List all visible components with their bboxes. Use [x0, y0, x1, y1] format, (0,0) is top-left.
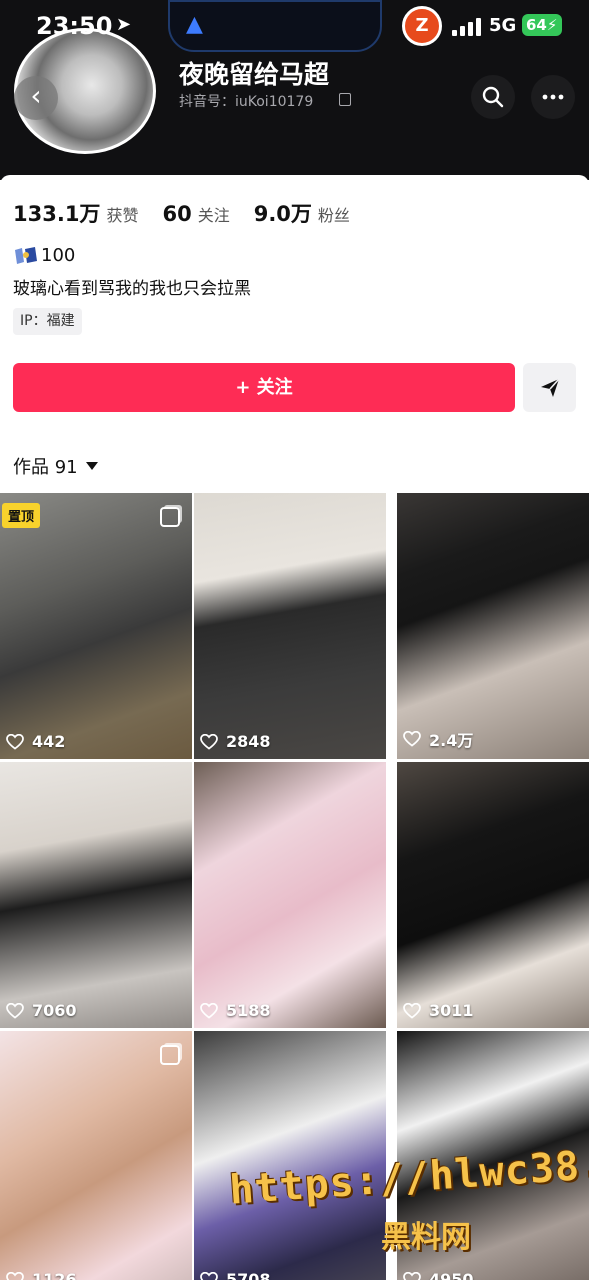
caret-down-icon: [85, 462, 98, 470]
likes-label: 获赞: [106, 206, 139, 225]
heart-icon: [6, 733, 24, 750]
likes-count: 133.1万: [13, 202, 101, 226]
heart-icon: [6, 1002, 24, 1019]
like-count: 4950: [403, 1270, 474, 1280]
following-label[interactable]: 关注: [198, 202, 230, 226]
signal-icon: [452, 18, 482, 36]
video-tile[interactable]: 5188: [194, 762, 386, 1028]
like-count: 2848: [200, 732, 271, 751]
network-label: 5G: [489, 15, 517, 36]
more-button[interactable]: [531, 75, 575, 119]
video-tile[interactable]: 1126: [0, 1031, 192, 1280]
status-time: 23:50: [36, 12, 113, 40]
search-button[interactable]: [471, 75, 515, 119]
video-tile[interactable]: 7060: [0, 762, 192, 1028]
works-title: 作品 91: [13, 457, 78, 478]
app-activity-icon: Z: [402, 6, 442, 46]
following-count[interactable]: 60: [162, 202, 191, 226]
multi-image-icon: [160, 1045, 180, 1065]
heart-icon: [6, 1271, 24, 1280]
heart-icon: [200, 1002, 218, 1019]
share-button[interactable]: [523, 363, 576, 412]
heart-icon: [403, 1002, 421, 1019]
navigation-icon: ▲: [186, 12, 203, 37]
follow-button[interactable]: + 关注: [13, 363, 515, 412]
like-count: 5188: [200, 1001, 271, 1020]
heart-icon: [200, 1271, 218, 1280]
back-button[interactable]: ‹: [14, 76, 58, 120]
location-arrow-icon: ➤: [116, 14, 132, 35]
watermark-name: 黑料网: [381, 1220, 471, 1255]
badge-row: 100: [13, 245, 75, 266]
video-tile[interactable]: 2.4万: [397, 493, 589, 759]
works-tab[interactable]: 作品 91: [13, 453, 98, 479]
followers-count[interactable]: 9.0万: [254, 198, 312, 228]
video-tile[interactable]: 2848: [194, 493, 386, 759]
video-tile[interactable]: 3011: [397, 762, 589, 1028]
profile-header: ‹ 23:50 ➤ ▲ Z 5G 64⚡ 夜晚留给马超 抖音号：iuKoi101…: [0, 0, 589, 180]
heart-icon: [200, 733, 218, 750]
like-count: 5708: [200, 1270, 271, 1280]
more-icon: [542, 94, 564, 100]
like-count: 1126: [6, 1270, 77, 1280]
like-count: 3011: [403, 1001, 474, 1020]
search-icon: [482, 86, 504, 108]
ip-location-tag: IP：福建: [13, 308, 82, 335]
video-tile[interactable]: 5708: [194, 1031, 386, 1280]
profile-panel: 133.1万 获赞 60 关注 9.0万 粉丝 100 玻璃心看到骂我的我也只会…: [0, 175, 589, 495]
stats-row: 133.1万 获赞 60 关注 9.0万 粉丝: [13, 198, 374, 228]
heart-icon: [403, 731, 421, 747]
badge-icon: [15, 246, 37, 264]
send-icon: [541, 378, 560, 397]
video-tile[interactable]: 置顶 442: [0, 493, 192, 759]
pinned-badge: 置顶: [2, 503, 41, 528]
like-count: 2.4万: [403, 727, 473, 751]
like-count: 442: [6, 732, 65, 751]
nickname: 夜晚留给马超: [179, 60, 330, 89]
heart-icon: [403, 1271, 421, 1280]
battery-level: 64: [526, 16, 547, 34]
badge-count: 100: [41, 245, 76, 266]
like-count: 7060: [6, 1001, 77, 1020]
battery-icon: 64⚡: [522, 14, 562, 36]
douyin-id: 抖音号：iuKoi10179: [179, 94, 314, 110]
dynamic-island: ▲: [168, 0, 382, 52]
copy-icon[interactable]: [339, 93, 351, 106]
chevron-left-icon: ‹: [30, 79, 42, 112]
bio: 玻璃心看到骂我的我也只会拉黑: [13, 279, 251, 299]
multi-image-icon: [160, 507, 180, 527]
followers-label[interactable]: 粉丝: [318, 202, 350, 226]
